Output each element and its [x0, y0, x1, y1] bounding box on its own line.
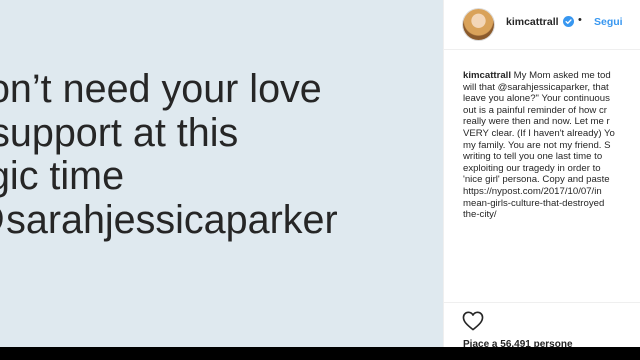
- caption-link[interactable]: mean-girls-culture-that-destroyed: [463, 198, 640, 210]
- post-caption: kimcattrall My Mom asked me tod will tha…: [463, 70, 640, 221]
- caption-link[interactable]: https://nypost.com/2017/10/07/in: [463, 186, 640, 198]
- caption-line: my family. You are not my friend. S: [463, 139, 611, 151]
- header-username[interactable]: kimcattrall: [506, 16, 559, 28]
- caption-line: exploiting our tragedy in order to: [463, 162, 601, 174]
- caption-line: leave you alone?" Your continuous: [463, 93, 610, 105]
- bottom-bar: [0, 347, 640, 360]
- follow-button[interactable]: Segui: [594, 16, 623, 28]
- post-image: don’t need your love r support at this a…: [0, 0, 443, 347]
- quote-line: don’t need your love: [0, 67, 322, 111]
- caption-username[interactable]: kimcattrall: [463, 70, 511, 81]
- caption-line: writing to tell you one last time to: [463, 151, 603, 163]
- caption-line: out is a painful reminder of how cr: [463, 104, 607, 116]
- caption-line: VERY clear. (If I haven't already) Yo: [463, 127, 615, 139]
- heart-icon[interactable]: [462, 311, 484, 331]
- caption-text: My Mom asked me tod: [511, 70, 611, 81]
- quote-line: @sarahjessicaparker: [0, 197, 338, 242]
- caption-line: 'nice girl' persona. Copy and paste: [463, 174, 610, 186]
- caption-line: really were then and now. Let me r: [463, 116, 610, 128]
- caption-line: kimcattrall My Mom asked me tod: [463, 70, 640, 82]
- verified-badge-icon: [563, 16, 574, 27]
- likes-count[interactable]: Piace a 56.491 persone: [463, 339, 573, 347]
- caption-link[interactable]: the-city/: [463, 209, 640, 221]
- profile-avatar[interactable]: [463, 9, 494, 40]
- post-header: kimcattrall • Segui: [444, 0, 640, 50]
- caption-line: will that @sarahjessicaparker, that: [463, 81, 609, 93]
- post-side-panel: kimcattrall • Segui kimcattrall My Mom a…: [443, 0, 640, 347]
- quote-line: agic time: [0, 154, 125, 198]
- quote-line: r support at this: [0, 110, 239, 155]
- quote-text: don’t need your love r support at this a…: [0, 67, 338, 242]
- post-actions: Piace a 56.491 persone: [444, 302, 640, 347]
- separator-dot: •: [578, 14, 582, 26]
